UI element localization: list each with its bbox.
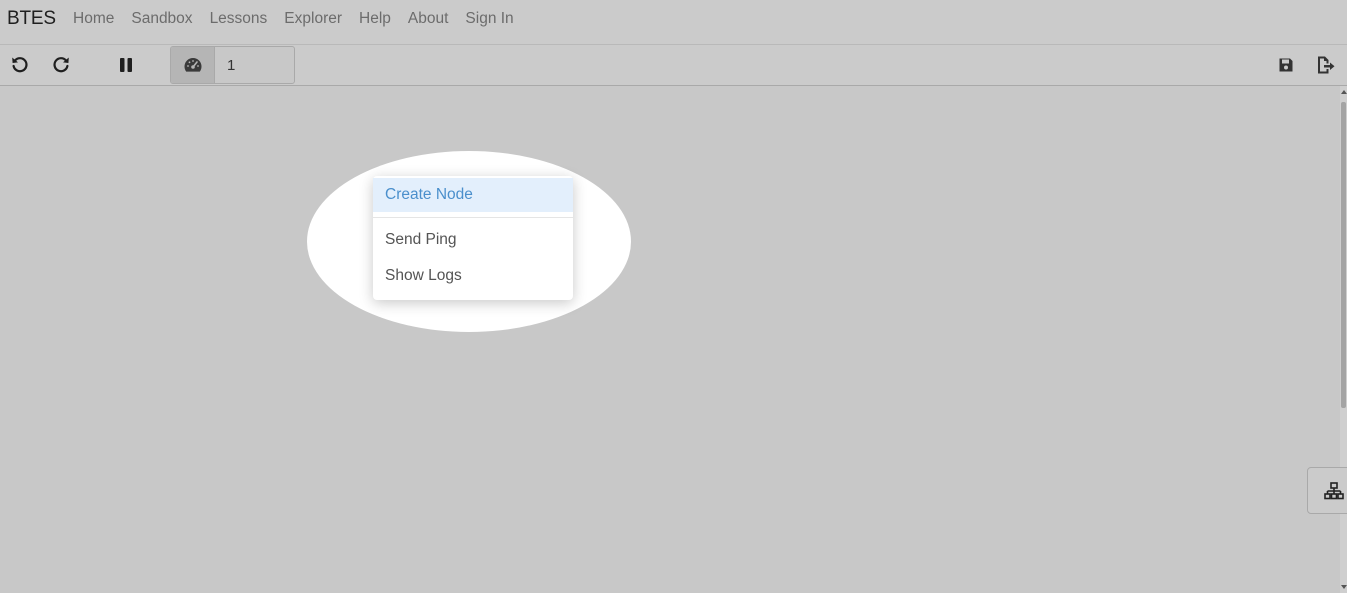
menu-divider bbox=[373, 217, 573, 218]
save-icon bbox=[1279, 58, 1293, 72]
nav-link-sign-in[interactable]: Sign In bbox=[465, 10, 513, 28]
menu-item-send-ping[interactable]: Send Ping bbox=[373, 223, 573, 257]
menu-item-show-logs[interactable]: Show Logs bbox=[373, 259, 573, 293]
context-menu: Create Node Send Ping Show Logs bbox=[373, 176, 573, 300]
nav-link-lessons[interactable]: Lessons bbox=[210, 10, 268, 28]
undo-icon bbox=[12, 57, 28, 73]
brand-logo[interactable]: BTES bbox=[7, 8, 56, 30]
speed-input[interactable] bbox=[215, 47, 294, 83]
scroll-up-arrow[interactable] bbox=[1341, 90, 1347, 94]
top-navbar: BTES Home Sandbox Lessons Explorer Help … bbox=[0, 0, 1347, 45]
scroll-down-arrow[interactable] bbox=[1341, 585, 1347, 589]
nav-link-sandbox[interactable]: Sandbox bbox=[131, 10, 192, 28]
scroll-thumb[interactable] bbox=[1341, 102, 1346, 408]
nav-link-help[interactable]: Help bbox=[359, 10, 391, 28]
network-topology-icon bbox=[1324, 481, 1344, 499]
speed-control bbox=[170, 46, 295, 84]
vertical-scrollbar[interactable] bbox=[1340, 86, 1347, 593]
network-view-button[interactable] bbox=[1307, 467, 1347, 514]
pause-button[interactable] bbox=[114, 53, 138, 77]
speedometer-icon bbox=[184, 58, 201, 72]
nav-link-explorer[interactable]: Explorer bbox=[284, 10, 342, 28]
speed-icon-box bbox=[171, 47, 215, 83]
export-button[interactable] bbox=[1314, 53, 1338, 77]
redo-icon bbox=[53, 57, 69, 73]
pause-icon bbox=[120, 58, 132, 72]
redo-button[interactable] bbox=[49, 53, 73, 77]
undo-button[interactable] bbox=[8, 53, 32, 77]
network-canvas[interactable] bbox=[0, 86, 1340, 593]
simulation-toolbar bbox=[0, 45, 1347, 86]
nav-links: Home Sandbox Lessons Explorer Help About… bbox=[73, 10, 531, 28]
save-button[interactable] bbox=[1274, 53, 1298, 77]
menu-item-create-node[interactable]: Create Node bbox=[373, 178, 573, 212]
nav-link-about[interactable]: About bbox=[408, 10, 449, 28]
nav-link-home[interactable]: Home bbox=[73, 10, 114, 28]
export-icon bbox=[1318, 56, 1335, 74]
